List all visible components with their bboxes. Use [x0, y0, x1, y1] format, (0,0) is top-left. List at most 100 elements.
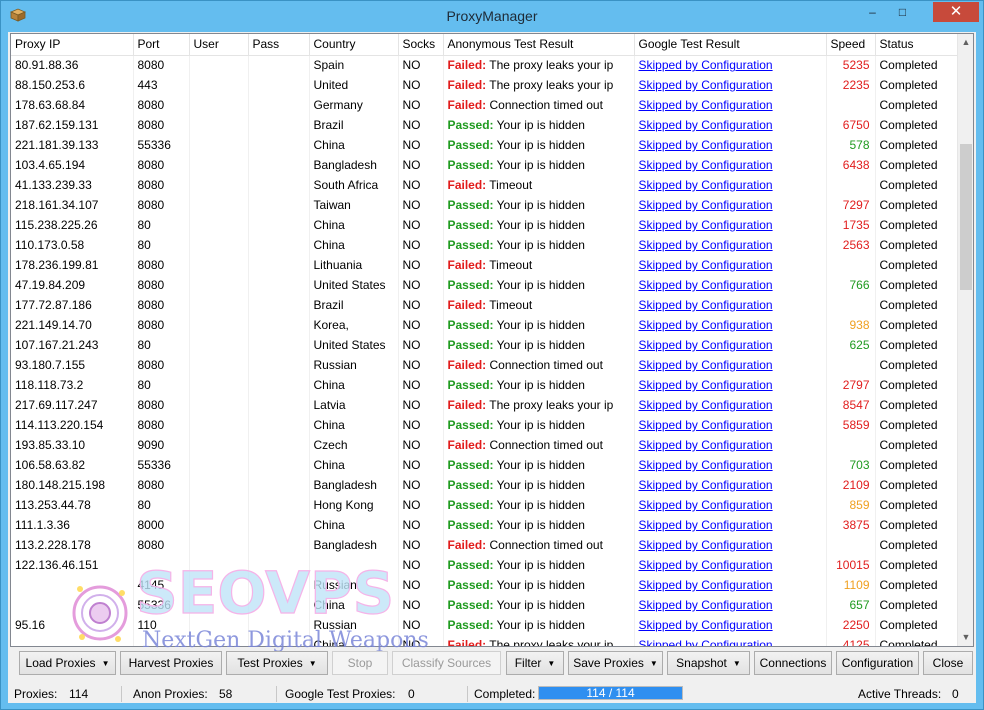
- google-result-link[interactable]: Skipped by Configuration: [639, 538, 773, 552]
- google-result-link[interactable]: Skipped by Configuration: [639, 438, 773, 452]
- load-proxies-button[interactable]: Load Proxies ▼: [19, 651, 116, 675]
- google-result-link[interactable]: Skipped by Configuration: [639, 278, 773, 292]
- connections-button[interactable]: Connections: [754, 651, 832, 675]
- google-result-link[interactable]: Skipped by Configuration: [639, 158, 773, 172]
- google-result-link[interactable]: Skipped by Configuration: [639, 558, 773, 572]
- table-row[interactable]: 103.4.65.194 8080 Bangladesh NO Passed: Your…: [11, 155, 958, 175]
- chevron-down-icon[interactable]: ▼: [958, 629, 973, 646]
- google-result-link[interactable]: Skipped by Configuration: [639, 598, 773, 612]
- cell-country: Germany: [309, 95, 399, 115]
- google-result-link[interactable]: Skipped by Configuration: [639, 118, 773, 132]
- column-header-anonymous-test-result[interactable]: Anonymous Test Result: [443, 34, 635, 56]
- table-row[interactable]: China NO Failed: The proxy leaks your ip Sk…: [11, 635, 958, 646]
- google-result-link[interactable]: Skipped by Configuration: [639, 78, 773, 92]
- minimize-button[interactable]: –: [859, 2, 886, 22]
- test-proxies-button[interactable]: Test Proxies ▼: [226, 651, 328, 675]
- table-row[interactable]: 187.62.159.131 8080 Brazil NO Passed: Your i…: [11, 115, 958, 135]
- snapshot-button[interactable]: Snapshot ▼: [667, 651, 750, 675]
- google-result-link[interactable]: Skipped by Configuration: [639, 218, 773, 232]
- table-row[interactable]: 106.58.63.82 55336 China NO Passed: Your ip …: [11, 455, 958, 475]
- harvest-proxies-button[interactable]: Harvest Proxies: [120, 651, 222, 675]
- google-result-link[interactable]: Skipped by Configuration: [639, 358, 773, 372]
- google-result-link[interactable]: Skipped by Configuration: [639, 298, 773, 312]
- column-header-pass[interactable]: Pass: [248, 34, 310, 56]
- column-header-proxy-ip[interactable]: Proxy IP: [11, 34, 134, 56]
- google-result-link[interactable]: Skipped by Configuration: [639, 318, 773, 332]
- table-row[interactable]: 93.180.7.155 8080 Russian NO Failed: Connect…: [11, 355, 958, 375]
- proxy-list[interactable]: Proxy IP Port User Pass Country Socks An…: [10, 33, 974, 647]
- cell-user: [189, 315, 249, 335]
- table-row[interactable]: 88.150.253.6 443 United NO Failed: The proxy…: [11, 75, 958, 95]
- column-header-user[interactable]: User: [189, 34, 249, 56]
- column-header-country[interactable]: Country: [309, 34, 399, 56]
- google-result-link[interactable]: Skipped by Configuration: [639, 58, 773, 72]
- table-row[interactable]: 113.253.44.78 80 Hong Kong NO Passed: Your i…: [11, 495, 958, 515]
- vertical-scrollbar[interactable]: ▲ ▼: [957, 34, 973, 646]
- column-header-google-test-result[interactable]: Google Test Result: [634, 34, 827, 56]
- google-result-link[interactable]: Skipped by Configuration: [639, 138, 773, 152]
- table-row[interactable]: 178.63.68.84 8080 Germany NO Failed: Connect…: [11, 95, 958, 115]
- table-row[interactable]: 4145 Russian NO Passed: Your ip is hidden Sk…: [11, 575, 958, 595]
- cell-country: Taiwan: [309, 195, 399, 215]
- table-row[interactable]: 47.19.84.209 8080 United States NO Passed: Y…: [11, 275, 958, 295]
- google-result-link[interactable]: Skipped by Configuration: [639, 638, 773, 646]
- column-header-port[interactable]: Port: [133, 34, 190, 56]
- table-row[interactable]: 122.136.46.151 NO Passed: Your ip is hidde…: [11, 555, 958, 575]
- cell-proxy-ip: 88.150.253.6: [11, 75, 134, 95]
- title-bar[interactable]: ProxyManager – □ ✕: [1, 1, 983, 32]
- table-row[interactable]: 41.133.239.33 8080 South Africa NO Failed: T…: [11, 175, 958, 195]
- column-header-status[interactable]: Status: [875, 34, 958, 56]
- google-result-link[interactable]: Skipped by Configuration: [639, 338, 773, 352]
- google-result-link[interactable]: Skipped by Configuration: [639, 478, 773, 492]
- configuration-button[interactable]: Configuration: [836, 651, 919, 675]
- google-result-link[interactable]: Skipped by Configuration: [639, 178, 773, 192]
- maximize-button[interactable]: □: [889, 2, 916, 22]
- google-result-link[interactable]: Skipped by Configuration: [639, 378, 773, 392]
- filter-button[interactable]: Filter ▼: [506, 651, 564, 675]
- table-row[interactable]: 113.2.228.178 8080 Bangladesh NO Failed: Con…: [11, 535, 958, 555]
- google-result-link[interactable]: Skipped by Configuration: [639, 458, 773, 472]
- google-result-link[interactable]: Skipped by Configuration: [639, 398, 773, 412]
- close-window-button[interactable]: ✕: [933, 2, 979, 22]
- close-button[interactable]: Close: [923, 651, 973, 675]
- google-result-link[interactable]: Skipped by Configuration: [639, 98, 773, 112]
- table-row[interactable]: 217.69.117.247 8080 Latvia NO Failed: The pr…: [11, 395, 958, 415]
- table-row[interactable]: 110.173.0.58 80 China NO Passed: Your ip is …: [11, 235, 958, 255]
- table-row[interactable]: 55336 China NO Passed: Your ip is hidden Ski…: [11, 595, 958, 615]
- chevron-up-icon[interactable]: ▲: [958, 34, 973, 51]
- save-proxies-button[interactable]: Save Proxies ▼: [568, 651, 663, 675]
- cell-pass: [248, 575, 310, 595]
- scrollbar-thumb[interactable]: [960, 144, 972, 290]
- table-row[interactable]: 107.167.21.243 80 United States NO Passed: Y…: [11, 335, 958, 355]
- google-result-link[interactable]: Skipped by Configuration: [639, 238, 773, 252]
- google-result-link[interactable]: Skipped by Configuration: [639, 578, 773, 592]
- table-row[interactable]: 118.118.73.2 80 China NO Passed: Your ip is …: [11, 375, 958, 395]
- harvest-proxies-label: Harvest Proxies: [128, 656, 214, 670]
- column-header-socks[interactable]: Socks: [398, 34, 444, 56]
- cell-socks: NO: [398, 95, 444, 115]
- google-result-link[interactable]: Skipped by Configuration: [639, 618, 773, 632]
- cell-socks: NO: [398, 555, 444, 575]
- google-result-link[interactable]: Skipped by Configuration: [639, 258, 773, 272]
- stop-button[interactable]: Stop: [332, 651, 388, 675]
- google-result-link[interactable]: Skipped by Configuration: [639, 518, 773, 532]
- table-row[interactable]: 218.161.34.107 8080 Taiwan NO Passed: Your i…: [11, 195, 958, 215]
- minimize-icon: –: [869, 5, 876, 19]
- column-header-speed[interactable]: Speed: [826, 34, 876, 56]
- table-row[interactable]: 193.85.33.10 9090 Czech NO Failed: Connectio…: [11, 435, 958, 455]
- google-result-link[interactable]: Skipped by Configuration: [639, 418, 773, 432]
- table-row[interactable]: 111.1.3.36 8000 China NO Passed: Your ip is …: [11, 515, 958, 535]
- table-row[interactable]: 177.72.87.186 8080 Brazil NO Failed: Timeout…: [11, 295, 958, 315]
- cell-proxy-ip: 187.62.159.131: [11, 115, 134, 135]
- google-result-link[interactable]: Skipped by Configuration: [639, 498, 773, 512]
- google-result-link[interactable]: Skipped by Configuration: [639, 198, 773, 212]
- classify-sources-button[interactable]: Classify Sources: [392, 651, 501, 675]
- table-row[interactable]: 114.113.220.154 8080 China NO Passed: Your i…: [11, 415, 958, 435]
- table-row[interactable]: 178.236.199.81 8080 Lithuania NO Failed: Tim…: [11, 255, 958, 275]
- table-row[interactable]: 221.149.14.70 8080 Korea, NO Passed: Your ip…: [11, 315, 958, 335]
- table-row[interactable]: 115.238.225.26 80 China NO Passed: Your ip i…: [11, 215, 958, 235]
- table-row[interactable]: 180.148.215.198 8080 Bangladesh NO Passed: Y…: [11, 475, 958, 495]
- table-row[interactable]: 221.181.39.133 55336 China NO Passed: Your i…: [11, 135, 958, 155]
- table-row[interactable]: 80.91.88.36 8080 Spain NO Failed: The proxy …: [11, 55, 958, 75]
- table-row[interactable]: 95.16 110 Russian NO Passed: Your ip is hidd…: [11, 615, 958, 635]
